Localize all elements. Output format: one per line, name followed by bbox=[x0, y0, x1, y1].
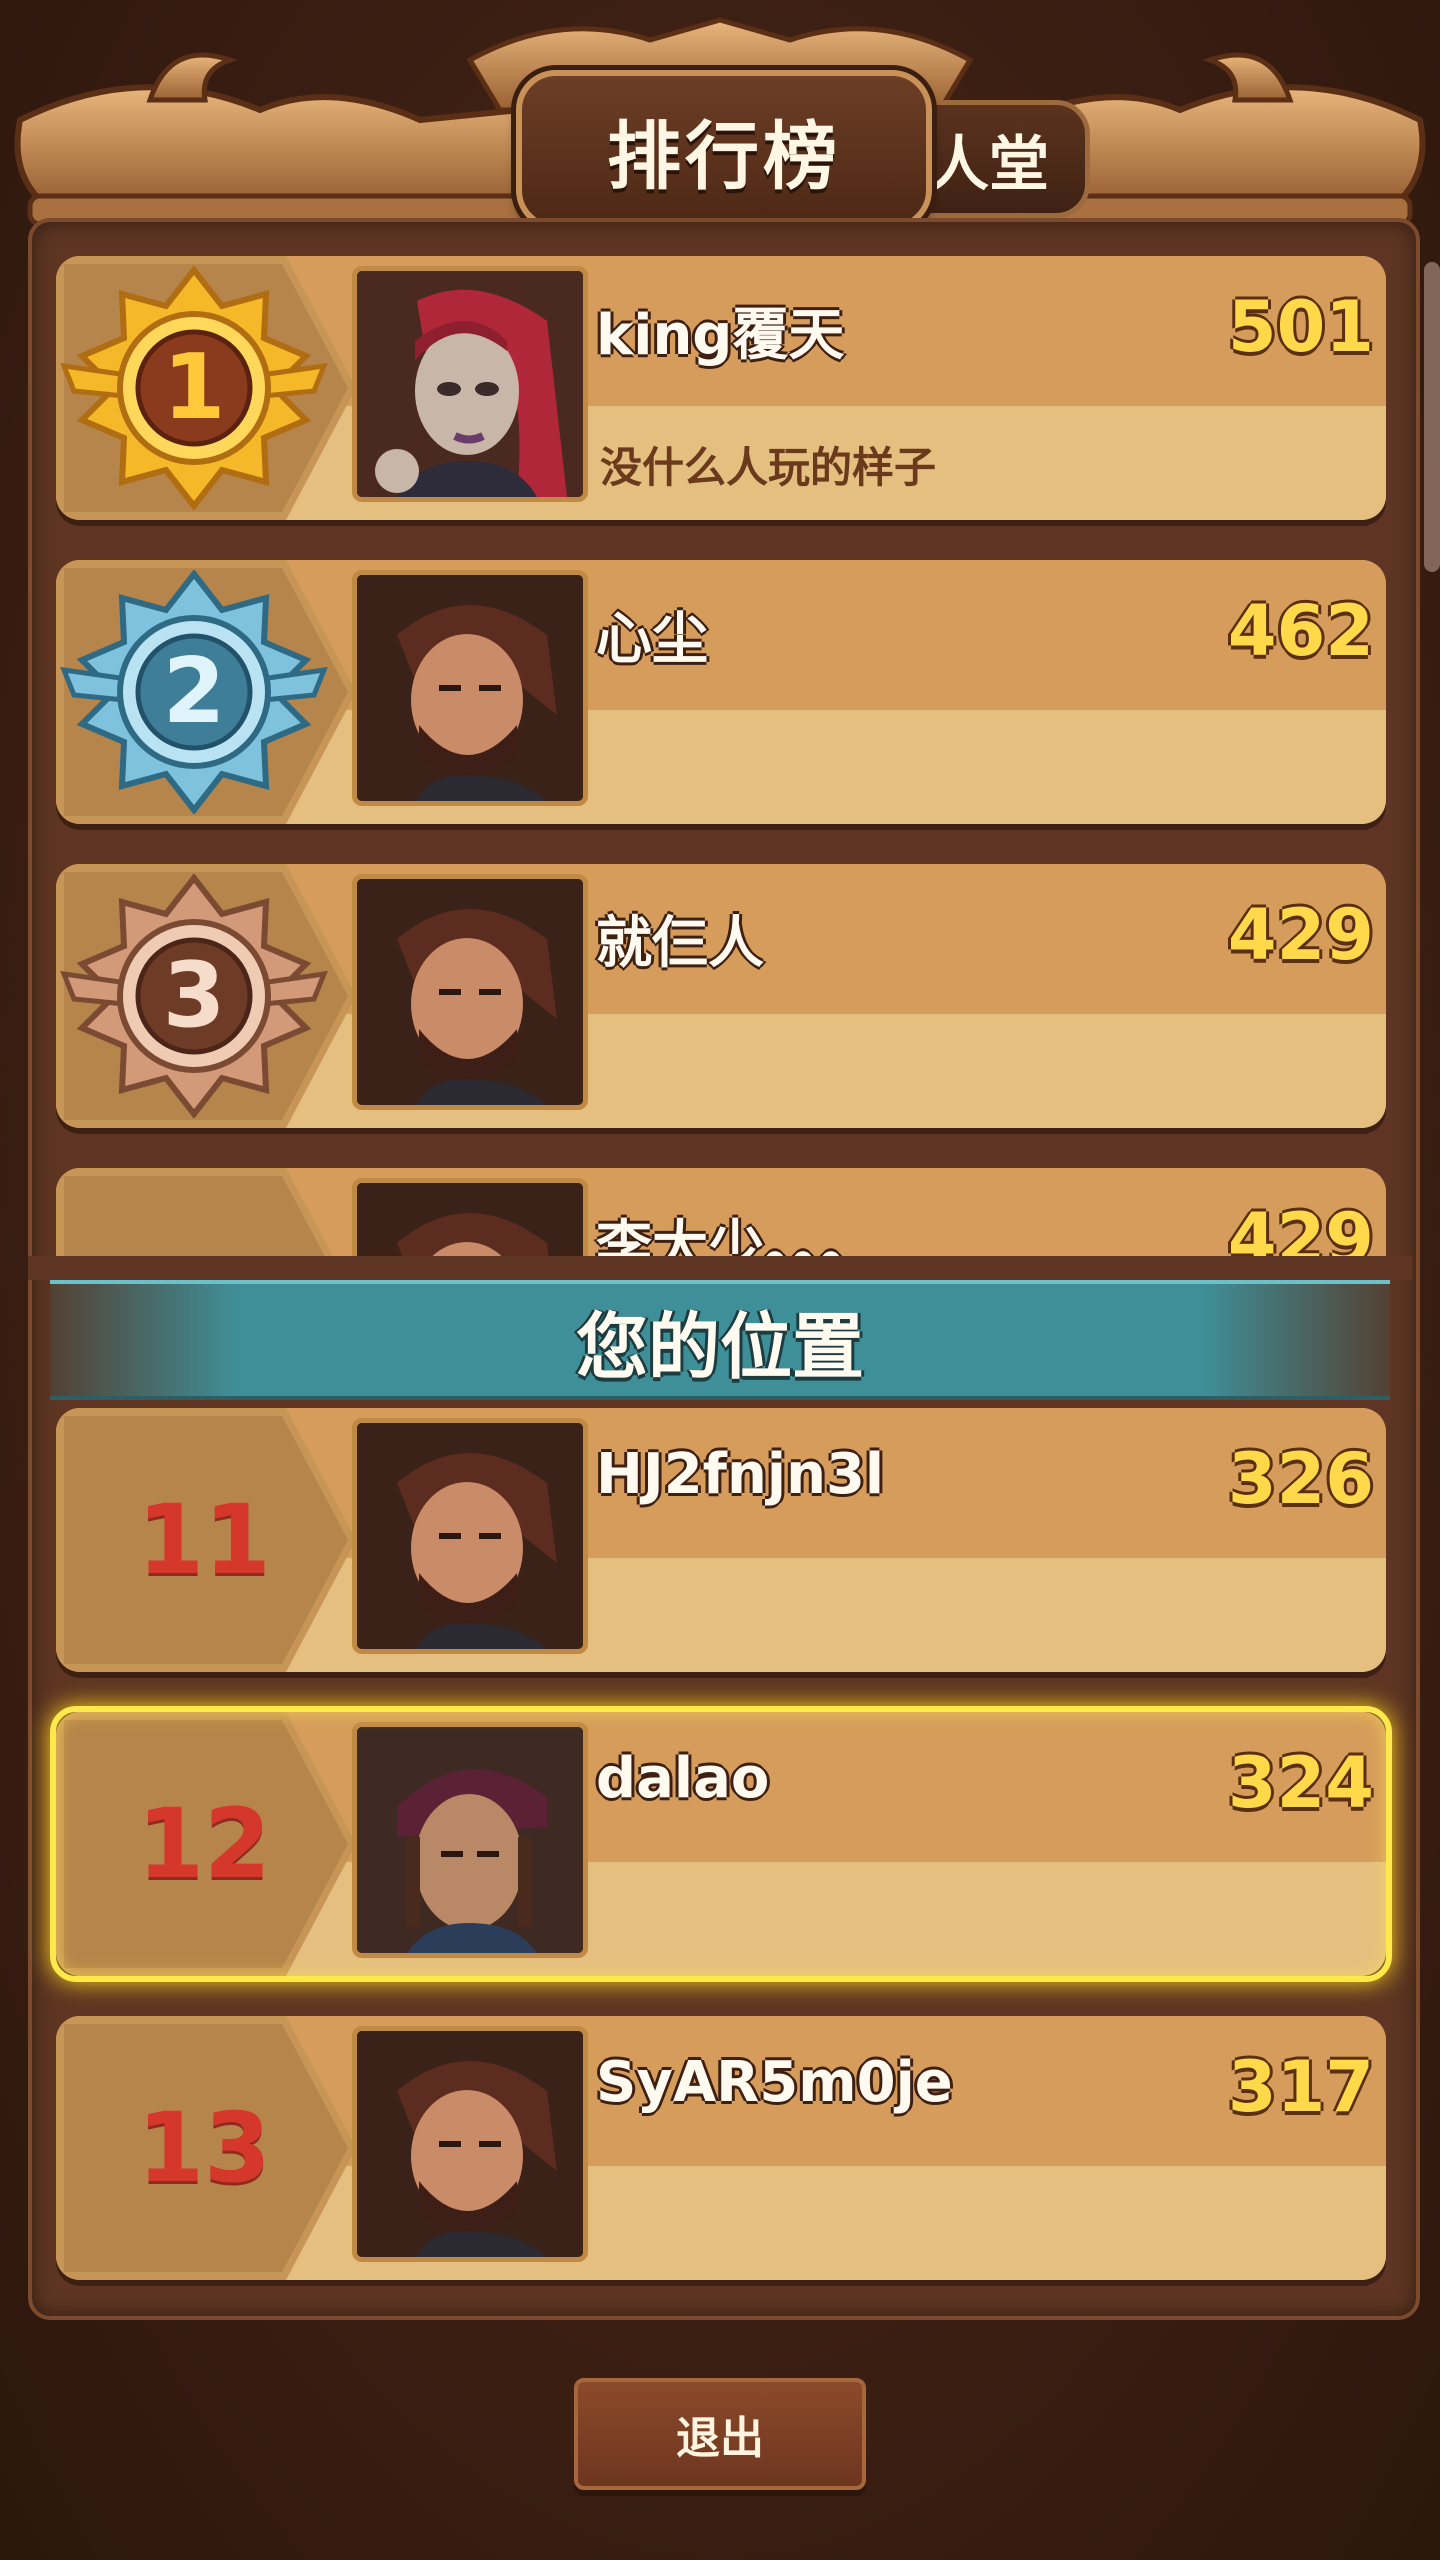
leaderboard-row-current-user[interactable]: 12 dalao 324 bbox=[50, 1706, 1392, 1982]
gold-medal-icon: 1 bbox=[60, 266, 328, 510]
player-score: 501 bbox=[1227, 286, 1374, 368]
leaderboard-row[interactable]: 3 就仨人 429 bbox=[56, 864, 1386, 1128]
rank-number: 12 bbox=[137, 1788, 271, 1900]
bearded-warrior-avatar[interactable] bbox=[352, 2026, 588, 2262]
silver-medal-icon: 2 bbox=[60, 570, 328, 814]
player-name: HJ2fnjn3l bbox=[596, 1442, 885, 1507]
bearded-warrior-avatar[interactable] bbox=[352, 570, 588, 806]
leaderboard-row[interactable]: 李大少。。。 429 bbox=[56, 1168, 1386, 1256]
exit-button-label: 退出 bbox=[676, 2413, 764, 2464]
your-position-banner: 您的位置 bbox=[50, 1280, 1390, 1400]
player-name: 李大少。。。 bbox=[596, 1215, 876, 1256]
leaderboard-row[interactable]: 11 HJ2fnjn3l 326 bbox=[56, 1408, 1386, 1672]
player-score: 326 bbox=[1227, 1438, 1374, 1520]
player-name: king覆天 bbox=[596, 303, 845, 368]
player-score: 429 bbox=[1227, 894, 1374, 976]
player-name: SyAR5m0je bbox=[596, 2050, 953, 2115]
exit-button[interactable]: 退出 bbox=[574, 2378, 866, 2490]
your-position-label: 您的位置 bbox=[575, 1304, 864, 1389]
leaderboard-row[interactable]: 13 SyAR5m0je 317 bbox=[56, 2016, 1386, 2280]
bandana-man-avatar[interactable] bbox=[352, 1722, 588, 1958]
red-haired-woman-avatar[interactable] bbox=[352, 266, 588, 502]
bearded-warrior-avatar[interactable] bbox=[352, 1418, 588, 1654]
medal-rank-number: 3 bbox=[163, 943, 226, 1048]
medal-rank-number: 1 bbox=[163, 335, 226, 440]
list-divider bbox=[28, 1256, 1412, 1280]
player-score: 317 bbox=[1227, 2046, 1374, 2128]
player-name: 心尘 bbox=[596, 607, 708, 672]
bearded-warrior-avatar[interactable] bbox=[352, 874, 588, 1110]
player-name: dalao bbox=[596, 1746, 770, 1811]
player-name: 就仨人 bbox=[596, 911, 764, 976]
rank-number: 11 bbox=[137, 1484, 271, 1596]
player-score: 324 bbox=[1227, 1742, 1374, 1824]
medal-rank-number: 2 bbox=[163, 639, 226, 744]
player-score: 462 bbox=[1227, 590, 1374, 672]
player-motto: 没什么人玩的样子 bbox=[600, 443, 937, 492]
leaderboard-list[interactable]: 1 king覆天 501 没什么人玩的样子 2 心尘 462 3 就仨人 429… bbox=[0, 0, 1440, 1256]
leaderboard-row[interactable]: 2 心尘 462 bbox=[56, 560, 1386, 824]
player-score: 429 bbox=[1227, 1198, 1374, 1256]
bronze-medal-icon: 3 bbox=[60, 874, 328, 1118]
rank-number: 13 bbox=[137, 2092, 271, 2204]
bearded-warrior-avatar[interactable] bbox=[352, 1178, 588, 1256]
leaderboard-row[interactable]: 1 king覆天 501 没什么人玩的样子 bbox=[56, 256, 1386, 520]
